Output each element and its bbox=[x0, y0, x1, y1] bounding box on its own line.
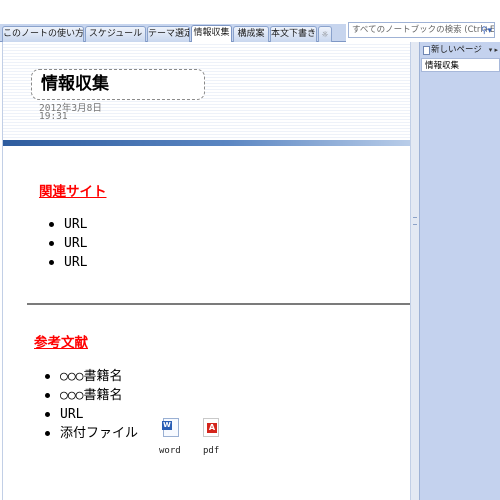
list-item[interactable]: URL bbox=[47, 253, 87, 272]
tab-schedule[interactable]: スケジュール bbox=[85, 26, 146, 42]
section-tab-bar: このノートの使い方 スケジュール テーマ選定 情報収集 構成案 本文下書き ☼ bbox=[0, 24, 346, 43]
vertical-scrollbar[interactable] bbox=[410, 42, 419, 500]
pdf-file-icon[interactable] bbox=[203, 418, 219, 437]
page-list-panel: 新しいページ ▾ ▸ 情報収集 bbox=[419, 42, 500, 500]
page-title[interactable]: 情報収集 bbox=[41, 70, 109, 98]
list-item[interactable]: URL bbox=[43, 405, 138, 424]
search-placeholder: すべてのノートブックの検索 (Ctrl+E) bbox=[352, 25, 495, 35]
list-item[interactable]: ○○○書籍名 bbox=[43, 386, 138, 405]
references-heading[interactable]: 参考文献 bbox=[34, 331, 88, 351]
new-page-button[interactable]: 新しいページ ▾ ▸ bbox=[421, 44, 500, 57]
header-accent-bar bbox=[3, 140, 410, 146]
related-sites-heading[interactable]: 関連サイト bbox=[39, 180, 107, 200]
pdf-file-label: pdf bbox=[203, 446, 220, 456]
list-item[interactable]: ○○○書籍名 bbox=[43, 367, 138, 386]
search-icon[interactable]: ⚲▾ bbox=[481, 24, 492, 37]
list-item[interactable]: URL bbox=[47, 215, 87, 234]
new-page-label: 新しいページ bbox=[431, 45, 482, 55]
references-list: ○○○書籍名 ○○○書籍名 URL 添付ファイル bbox=[43, 367, 138, 443]
list-item[interactable]: 添付ファイル bbox=[43, 424, 138, 443]
page-time: 19:31 bbox=[39, 111, 68, 122]
scroll-grip-icon[interactable] bbox=[413, 217, 417, 225]
add-section-tab[interactable]: ☼ bbox=[318, 26, 332, 42]
note-page[interactable]: 情報収集 2012年3月8日 19:31 関連サイト URL URL URL 参… bbox=[2, 42, 410, 500]
word-file-label: word bbox=[159, 446, 181, 456]
section-divider bbox=[27, 303, 410, 305]
search-input[interactable]: すべてのノートブックの検索 (Ctrl+E) ⚲▾ bbox=[348, 22, 495, 38]
tab-draft[interactable]: 本文下書き bbox=[270, 26, 317, 42]
tab-theme[interactable]: テーマ選定 bbox=[147, 26, 190, 42]
list-item[interactable]: URL bbox=[47, 234, 87, 253]
tab-research[interactable]: 情報収集 bbox=[191, 25, 232, 43]
word-file-icon[interactable] bbox=[162, 418, 179, 437]
page-list-item[interactable]: 情報収集 bbox=[421, 58, 500, 72]
tab-usage[interactable]: このノートの使い方 bbox=[2, 26, 84, 42]
new-page-icon bbox=[423, 46, 430, 55]
chevron-down-icon[interactable]: ▾ ▸ bbox=[489, 44, 498, 57]
related-sites-list: URL URL URL bbox=[47, 215, 87, 272]
tab-outline[interactable]: 構成案 bbox=[233, 26, 269, 42]
